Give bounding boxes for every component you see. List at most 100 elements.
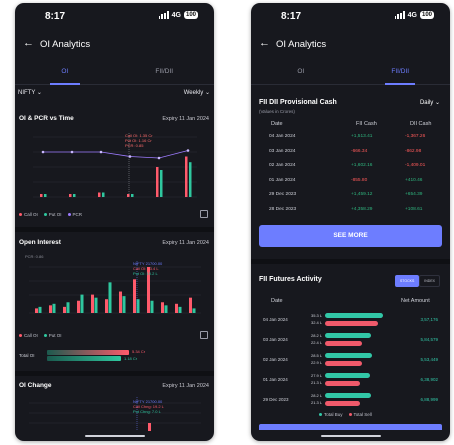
total-oi-label: Total OI bbox=[19, 353, 35, 358]
signal-icon bbox=[394, 11, 405, 19]
toggle-index[interactable]: INDEX bbox=[419, 275, 440, 287]
futures-sell-bar bbox=[325, 381, 360, 386]
open-interest-bar bbox=[94, 297, 98, 313]
oi-pcr-bar bbox=[98, 192, 101, 197]
open-interest-bar bbox=[35, 308, 38, 313]
oi-change-bar bbox=[148, 423, 151, 431]
open-interest-bar bbox=[77, 300, 80, 313]
futures-row-sell: 22.4 L bbox=[311, 340, 323, 345]
chevron-down-icon: ⌄ bbox=[204, 90, 210, 96]
oi-legend: Call OI Put OI bbox=[19, 333, 62, 338]
legend-total-sell[interactable]: Total Sell bbox=[348, 412, 372, 417]
tab-oi[interactable]: OI bbox=[15, 68, 115, 75]
back-arrow-icon[interactable]: ← bbox=[23, 37, 34, 49]
app-header: ← OI Analytics bbox=[251, 37, 450, 55]
open-interest-bar bbox=[66, 302, 70, 313]
futures-buy-bar bbox=[325, 373, 371, 378]
total-oi-row: Total OI 5.34 Cr 1.18 Cr bbox=[19, 348, 210, 364]
futures-row: 02 Jan 2024 28.5 L 22.9 L 5,53,449 bbox=[259, 349, 442, 371]
futures-row: 29 Dec 2023 28.2 L 21.3 L 6,88,999 bbox=[259, 389, 442, 411]
tab-oi[interactable]: OI bbox=[251, 68, 351, 75]
legend-label: Call OI bbox=[24, 212, 38, 217]
futures-row-sell: 21.3 L bbox=[311, 400, 323, 405]
legend-dot bbox=[67, 213, 71, 216]
oi-pcr-chart[interactable] bbox=[21, 127, 208, 205]
toggle-stocks[interactable]: STOCKS bbox=[394, 275, 420, 287]
futures-row-values: 28.5 L 22.9 L bbox=[311, 352, 322, 366]
page-title: OI Analytics bbox=[276, 39, 327, 50]
symbol-select[interactable]: NIFTY ⌄ bbox=[18, 89, 42, 96]
futures-buy-bar bbox=[325, 353, 372, 358]
tab-fii-dii[interactable]: FII/DII bbox=[115, 68, 215, 75]
legend-dot bbox=[43, 213, 47, 216]
expand-icon[interactable] bbox=[200, 331, 208, 339]
cash-row-fii: +1,602.16 bbox=[351, 163, 373, 168]
legend-label: Put OI bbox=[48, 333, 62, 338]
futures-row: 03 Jan 2024 28.2 L 22.4 L 5,84,579 bbox=[259, 329, 442, 351]
legend-label: Total Sell bbox=[353, 412, 372, 417]
provisional-cash-title: FII DII Provisional Cash bbox=[259, 99, 337, 106]
futures-legend: Total Buy Total Sell bbox=[319, 412, 372, 417]
cash-row-fii: +1,459.12 bbox=[351, 192, 373, 197]
oi-pcr-bar bbox=[73, 194, 76, 197]
home-indicator[interactable] bbox=[321, 435, 381, 437]
futures-row-values: 27.9 L 21.3 L bbox=[311, 372, 322, 386]
futures-row-values: 28.2 L 22.4 L bbox=[311, 332, 322, 346]
legend-put-oi[interactable]: Put OI bbox=[43, 212, 62, 217]
open-interest-bar bbox=[63, 306, 66, 313]
legend-call-oi[interactable]: Call OI bbox=[19, 333, 38, 338]
legend-total-buy[interactable]: Total Buy bbox=[319, 412, 343, 417]
open-interest-bar bbox=[192, 308, 196, 313]
futures-row-net: 3,57,176 bbox=[420, 317, 438, 322]
oi-pcr-legend: Call OI Put OI PCR bbox=[19, 212, 82, 217]
tab-fii-dii[interactable]: FII/DII bbox=[351, 68, 451, 75]
futures-row: 01 Jan 2024 27.9 L 21.3 L 6,38,902 bbox=[259, 369, 442, 391]
open-interest-bar bbox=[108, 282, 112, 313]
oi-change-expiry[interactable]: Expiry 11 Jan 2024 bbox=[162, 383, 209, 389]
futures-row-date: 01 Jan 2024 bbox=[263, 377, 288, 382]
bottom-button-peek[interactable] bbox=[259, 424, 442, 430]
period-select[interactable]: Weekly ⌄ bbox=[184, 89, 210, 96]
legend-dot bbox=[348, 413, 352, 416]
cash-row: 28 Dec 2023 +4,358.29 +108.61 bbox=[259, 204, 442, 220]
tooltip-put-change: Put Chng: 7.0 L bbox=[133, 409, 161, 414]
open-interest-chart[interactable] bbox=[21, 259, 208, 319]
open-interest-bars bbox=[35, 267, 196, 313]
futures-row: 04 Jan 2024 35.3 L 32.4 L 3,57,176 bbox=[259, 309, 442, 331]
futures-row-sell: 32.4 L bbox=[311, 320, 323, 325]
expand-icon[interactable] bbox=[200, 210, 208, 218]
open-interest-expiry[interactable]: Expiry 11 Jan 2024 bbox=[162, 240, 209, 246]
oi-pcr-bar bbox=[185, 156, 188, 197]
open-interest-bar bbox=[133, 279, 136, 313]
legend-pcr[interactable]: PCR bbox=[67, 212, 82, 217]
pcr-point bbox=[41, 150, 45, 154]
cash-row-date: 02 Jan 2024 bbox=[269, 163, 296, 168]
pcr-point bbox=[70, 150, 74, 154]
cash-row-date: 04 Jan 2024 bbox=[269, 134, 296, 139]
oi-pcr-gridlines bbox=[33, 136, 197, 198]
tooltip-pcr: PCR: 0.85 bbox=[125, 143, 144, 148]
oi-change-chart[interactable] bbox=[21, 395, 208, 431]
filter-row: NIFTY ⌄ Weekly ⌄ bbox=[15, 89, 214, 101]
col-header-date: Date bbox=[271, 298, 283, 304]
open-interest-title: Open Interest bbox=[19, 239, 61, 246]
cash-row-date: 01 Jan 2024 bbox=[269, 177, 296, 183]
open-interest-bar bbox=[91, 294, 94, 313]
legend-put-oi[interactable]: Put OI bbox=[43, 333, 62, 338]
open-interest-bar bbox=[119, 291, 122, 313]
pcr-line bbox=[43, 150, 189, 159]
tab-bar: OI FII/DII bbox=[251, 65, 450, 85]
oi-pcr-expiry[interactable]: Expiry 11 Jan 2024 bbox=[162, 116, 209, 122]
back-arrow-icon[interactable]: ← bbox=[259, 37, 270, 49]
status-bar: 8:17 4G 100 bbox=[251, 3, 450, 29]
futures-buy-bar bbox=[325, 333, 371, 338]
legend-call-oi[interactable]: Call OI bbox=[19, 212, 38, 217]
cash-row-fii: -666.34 bbox=[351, 148, 368, 154]
oi-pcr-title: OI & PCR vs Time bbox=[19, 115, 74, 122]
battery-icon: 100 bbox=[419, 11, 434, 19]
see-more-button[interactable]: SEE MORE bbox=[259, 225, 442, 247]
home-indicator[interactable] bbox=[85, 435, 145, 437]
open-interest-bar bbox=[161, 302, 164, 313]
period-dropdown[interactable]: Daily ⌄ bbox=[420, 99, 440, 106]
open-interest-bar bbox=[189, 297, 192, 313]
